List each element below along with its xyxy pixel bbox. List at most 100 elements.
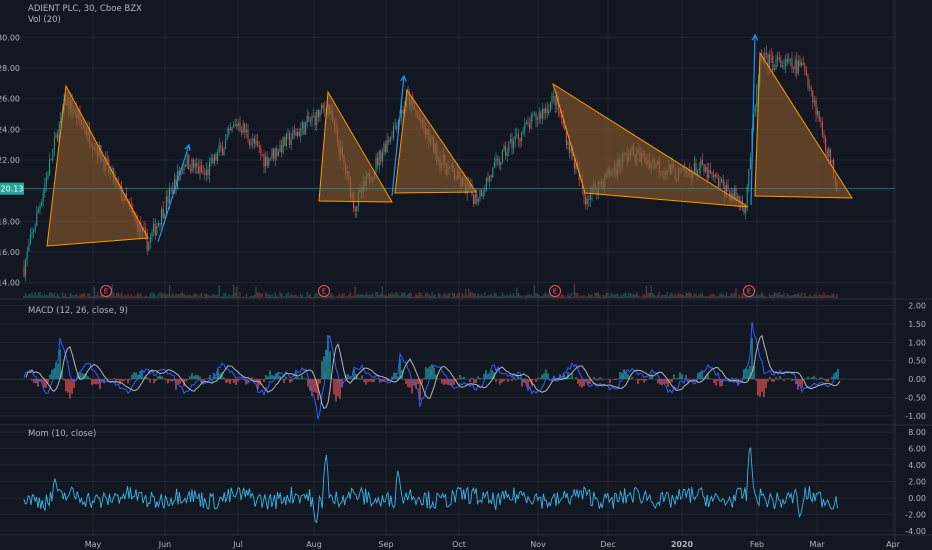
candle-body bbox=[801, 62, 803, 66]
candle-body bbox=[290, 139, 292, 145]
triangle-patterns[interactable] bbox=[46, 51, 853, 247]
price-tick-label: 14.00 bbox=[0, 279, 20, 288]
volume-legend[interactable]: Vol (20) bbox=[28, 15, 61, 25]
volume-bar bbox=[682, 294, 684, 298]
macd-histogram-bar bbox=[773, 379, 775, 383]
candle-body bbox=[298, 131, 300, 137]
candle-body bbox=[33, 230, 35, 233]
candle-body bbox=[786, 58, 788, 62]
candle-body bbox=[151, 231, 153, 237]
volume-bar bbox=[381, 286, 383, 298]
volume-bar bbox=[629, 292, 631, 298]
candle-body bbox=[154, 223, 156, 236]
macd-legend[interactable]: MACD (12, 26, close, 9) bbox=[28, 306, 128, 316]
candle-body bbox=[521, 132, 523, 142]
macd-histogram-bar bbox=[337, 379, 339, 397]
macd-histogram-bar bbox=[433, 367, 435, 380]
macd-histogram-bar bbox=[475, 379, 477, 384]
macd-histogram-bar bbox=[111, 379, 113, 380]
macd-histogram-bar bbox=[291, 379, 293, 382]
volume-bar bbox=[425, 293, 427, 298]
volume-bar bbox=[247, 296, 249, 298]
volume-bar bbox=[468, 288, 470, 298]
candle-body bbox=[791, 58, 793, 68]
volume-bar bbox=[337, 295, 339, 298]
chart-svg[interactable]: EEEE 30.0028.0026.0024.0022.0020.0018.00… bbox=[0, 0, 932, 550]
volume-bar bbox=[201, 292, 203, 298]
macd-histogram-bar bbox=[283, 379, 285, 384]
volume-bar bbox=[701, 293, 703, 298]
candle-body bbox=[391, 137, 393, 139]
candle-body bbox=[156, 226, 158, 236]
macd-histogram-bar bbox=[619, 371, 621, 380]
volume-bar bbox=[343, 293, 345, 298]
volume-bar bbox=[93, 286, 95, 298]
volume-bar bbox=[757, 295, 759, 298]
candle-body bbox=[473, 194, 475, 204]
volume-bar bbox=[159, 292, 161, 298]
volume-bar bbox=[145, 295, 147, 298]
candle-body bbox=[559, 110, 561, 115]
volume-bar bbox=[535, 293, 537, 298]
volume-bar bbox=[351, 295, 353, 298]
candle-body bbox=[826, 149, 828, 157]
volume-bar bbox=[252, 296, 254, 298]
candle-body bbox=[233, 125, 235, 128]
macd-histogram-bar bbox=[169, 379, 171, 381]
candle-body bbox=[202, 172, 204, 173]
macd-histogram-bar bbox=[109, 379, 111, 380]
macd-histogram-bar bbox=[215, 376, 217, 380]
volume-bar bbox=[34, 292, 36, 298]
volume-bar bbox=[479, 295, 481, 298]
volume-bar bbox=[519, 295, 521, 298]
volume-bar bbox=[471, 292, 473, 298]
volume-bar bbox=[733, 292, 735, 298]
volume-bar bbox=[818, 294, 820, 298]
candle-body bbox=[165, 196, 167, 214]
candle-body bbox=[701, 160, 703, 165]
volume-bar bbox=[796, 294, 798, 298]
volume-bar bbox=[778, 292, 780, 298]
macd-histogram-bar bbox=[785, 378, 787, 380]
time-tick-label: Jun bbox=[158, 540, 172, 549]
macd-histogram-bar bbox=[543, 373, 545, 380]
volume-bar bbox=[829, 295, 831, 298]
volume-bar bbox=[509, 293, 511, 298]
volume-bar bbox=[698, 295, 700, 298]
candle-body bbox=[31, 232, 33, 235]
volume-bar bbox=[250, 295, 252, 298]
volume-bar bbox=[532, 295, 534, 298]
candle-body bbox=[713, 174, 715, 178]
macd-histogram-bar bbox=[823, 379, 825, 381]
volume-bar bbox=[452, 292, 454, 298]
candle-body bbox=[783, 65, 785, 67]
symbol-title[interactable]: ADIENT PLC, 30, Cboe BZX bbox=[28, 4, 142, 14]
volume-bar bbox=[660, 296, 662, 298]
candle-body bbox=[42, 193, 44, 203]
candle-body bbox=[492, 167, 494, 178]
candle-body bbox=[161, 208, 163, 225]
price-tick-label: 28.00 bbox=[0, 64, 20, 73]
momentum-legend[interactable]: Mom (10, close) bbox=[28, 429, 96, 439]
macd-histogram-bar bbox=[121, 379, 123, 382]
macd-histogram-bar bbox=[161, 376, 163, 380]
macd-histogram-bar bbox=[453, 379, 455, 385]
time-tick-label: Feb bbox=[750, 540, 764, 549]
volume-bar bbox=[810, 295, 812, 298]
volume-bar bbox=[332, 294, 334, 298]
macd-histogram-bar bbox=[235, 379, 237, 385]
candle-body bbox=[276, 148, 278, 156]
macd-histogram-bar bbox=[747, 369, 749, 380]
volume-bar bbox=[823, 292, 825, 298]
candle-body bbox=[777, 57, 779, 60]
candle-body bbox=[50, 159, 52, 161]
macd-histogram-bar bbox=[123, 379, 125, 382]
volume-bar bbox=[500, 296, 502, 298]
volume-bar bbox=[441, 296, 443, 298]
volume-bar bbox=[41, 295, 43, 298]
candle-body bbox=[796, 59, 798, 74]
volume-bar bbox=[26, 295, 28, 298]
macd-histogram-bar bbox=[157, 376, 159, 380]
candle-body bbox=[322, 104, 324, 109]
momentum-line bbox=[23, 447, 838, 524]
